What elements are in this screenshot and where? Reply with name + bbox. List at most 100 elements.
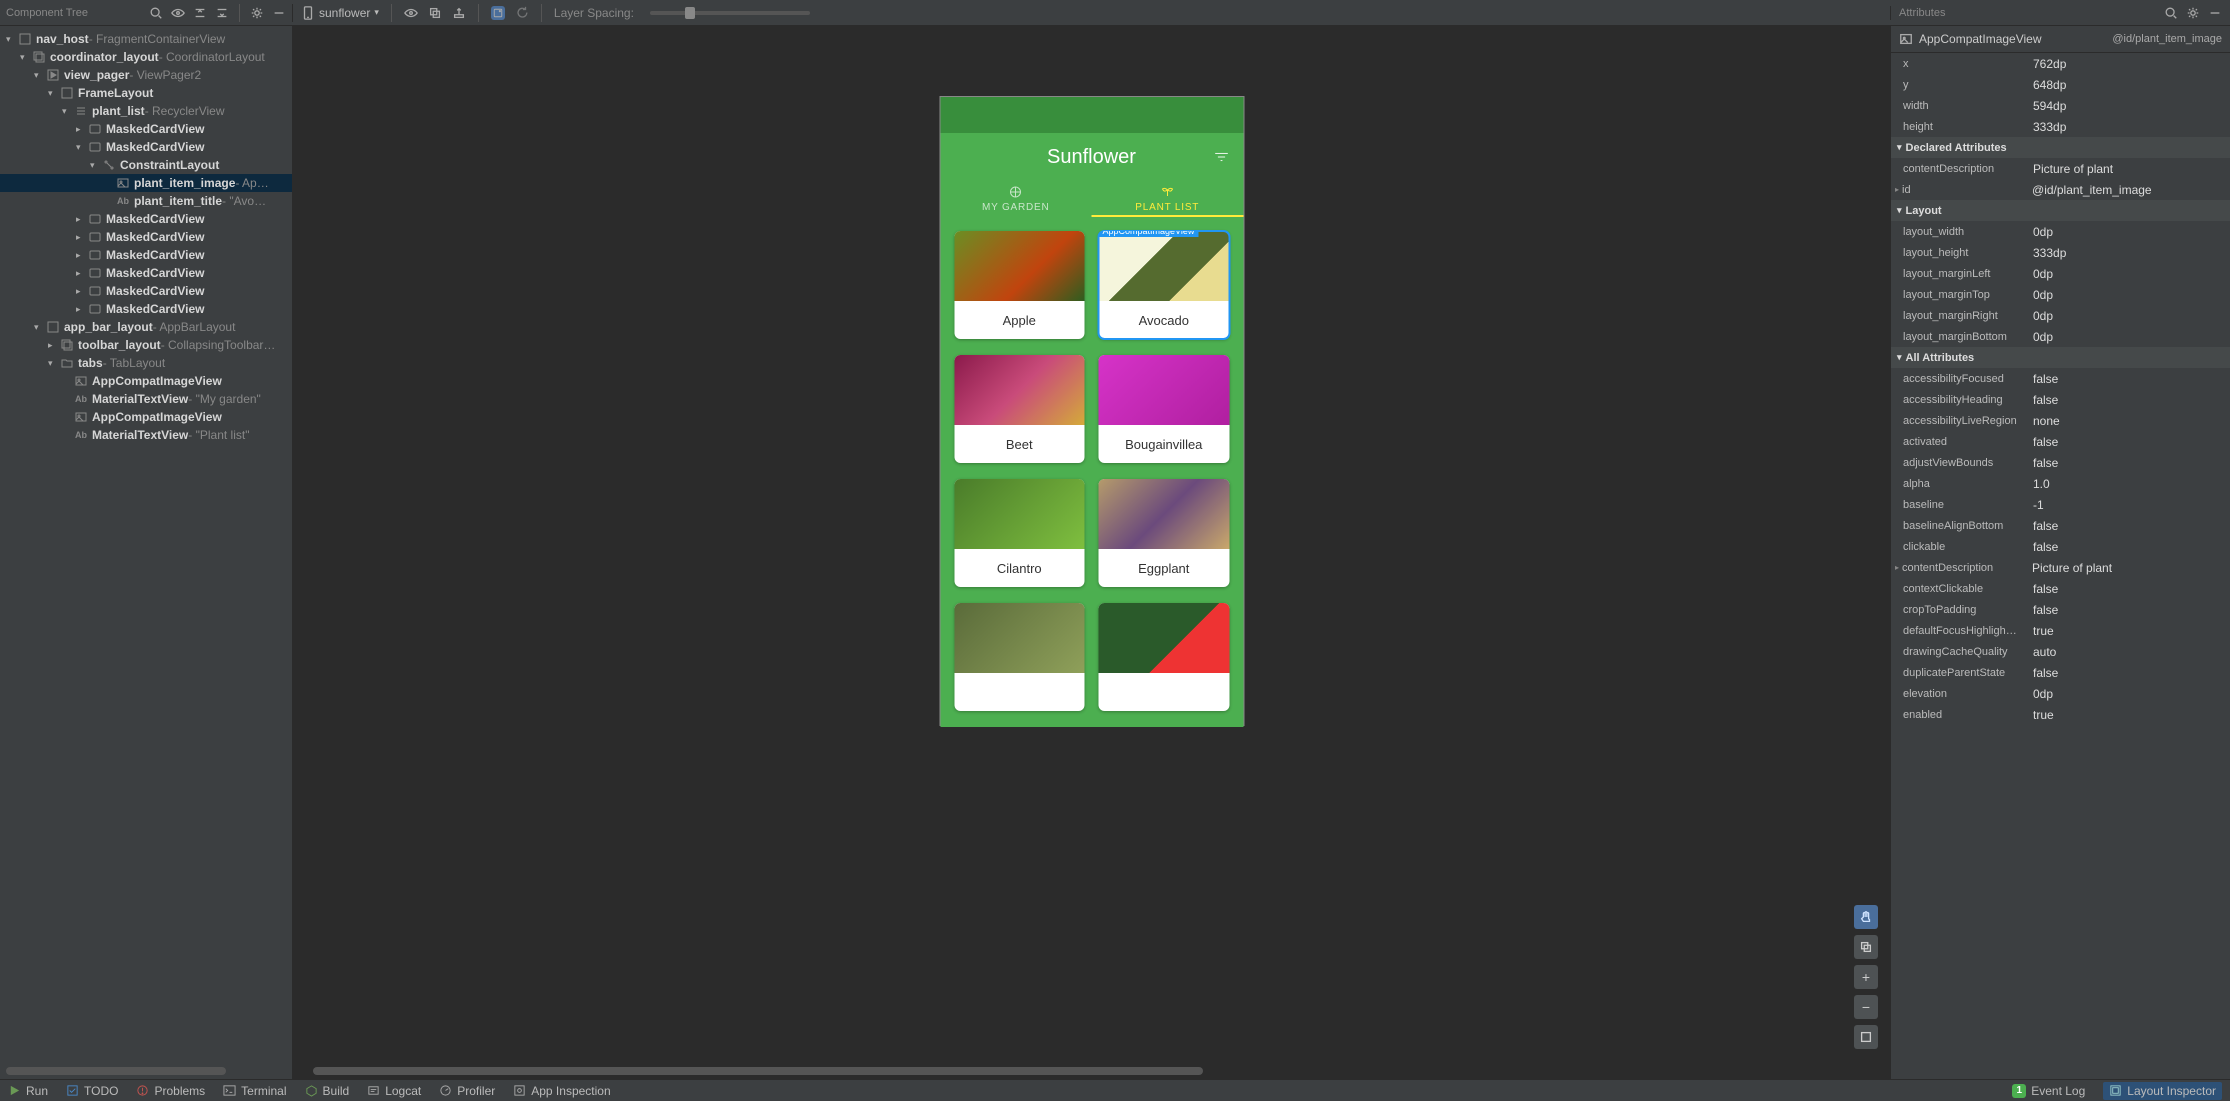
attr-row[interactable]: duplicateParentStatefalse [1891,662,2230,683]
todo-tool[interactable]: TODO [66,1084,118,1098]
attr-row[interactable]: y648dp [1891,74,2230,95]
terminal-tool[interactable]: Terminal [223,1084,286,1098]
tree-node[interactable]: AppCompatImageView [0,408,292,426]
tree-node[interactable]: ▾coordinator_layout - CoordinatorLayout [0,48,292,66]
attr-row[interactable]: accessibilityFocusedfalse [1891,368,2230,389]
attr-row[interactable]: adjustViewBoundsfalse [1891,452,2230,473]
section-layout[interactable]: ▾Layout [1891,200,2230,221]
attr-row[interactable]: contentDescriptionPicture of plant [1891,158,2230,179]
zoom-in-button[interactable]: + [1854,965,1878,989]
attr-row[interactable]: enabledtrue [1891,704,2230,725]
tree-node[interactable]: ▸MaskedCardView [0,264,292,282]
attributes-panel[interactable]: AppCompatImageView @id/plant_item_image … [1890,26,2230,1079]
layout-inspector[interactable]: Layout Inspector [2103,1082,2222,1100]
tree-node[interactable]: ▸MaskedCardView [0,246,292,264]
tree-node[interactable]: Abplant_item_title - "Avo… [0,192,292,210]
problems-tool[interactable]: Problems [136,1084,205,1098]
layer-spacing-slider[interactable] [650,11,810,15]
attr-row[interactable]: layout_marginTop0dp [1891,284,2230,305]
tree-node[interactable]: ▾FrameLayout [0,84,292,102]
attr-row[interactable]: ▸contentDescriptionPicture of plant [1891,557,2230,578]
plant-card-selected[interactable]: AppCompatImageViewAvocado [1099,231,1230,339]
attr-row[interactable]: layout_height333dp [1891,242,2230,263]
layers-button[interactable] [1854,935,1878,959]
tree-node[interactable]: ▾MaskedCardView [0,138,292,156]
tab-my-garden[interactable]: MY GARDEN [940,181,1092,217]
minimize-icon[interactable] [2208,6,2222,20]
attr-row[interactable]: elevation0dp [1891,683,2230,704]
attr-row[interactable]: contextClickablefalse [1891,578,2230,599]
app-inspection-tool[interactable]: App Inspection [513,1084,610,1098]
tree-node[interactable]: ▾tabs - TabLayout [0,354,292,372]
event-log[interactable]: 1Event Log [2012,1084,2085,1098]
component-tree[interactable]: ▾nav_host - FragmentContainerView▾coordi… [0,26,293,1079]
refresh-icon[interactable] [515,6,529,20]
run-tool[interactable]: Run [8,1084,48,1098]
plant-card[interactable] [954,603,1085,711]
tree-node[interactable]: ▾nav_host - FragmentContainerView [0,30,292,48]
pan-button[interactable] [1854,905,1878,929]
eye-icon[interactable] [171,6,185,20]
plant-card[interactable] [1099,603,1230,711]
attr-row[interactable]: clickablefalse [1891,536,2230,557]
tab-plant-list[interactable]: PLANT LIST [1092,181,1244,217]
attr-row[interactable]: width594dp [1891,95,2230,116]
attr-row[interactable]: cropToPaddingfalse [1891,599,2230,620]
scrollbar[interactable] [6,1067,226,1075]
live-updates-icon[interactable] [491,6,505,20]
search-icon[interactable] [2164,6,2178,20]
attr-row[interactable]: accessibilityHeadingfalse [1891,389,2230,410]
section-all[interactable]: ▾All Attributes [1891,347,2230,368]
overlay-icon[interactable] [428,6,442,20]
layout-canvas[interactable]: Sunflower MY GARDEN PLANT LIST Apple App… [293,26,1890,1079]
attr-row[interactable]: ▸id@id/plant_item_image [1891,179,2230,200]
attr-row[interactable]: drawingCacheQualityauto [1891,641,2230,662]
tree-node[interactable]: ▸MaskedCardView [0,120,292,138]
zoom-out-button[interactable]: − [1854,995,1878,1019]
plant-card[interactable]: Eggplant [1099,479,1230,587]
attr-row[interactable]: height333dp [1891,116,2230,137]
tree-node[interactable]: ▾app_bar_layout - AppBarLayout [0,318,292,336]
logcat-tool[interactable]: Logcat [367,1084,421,1098]
attr-row[interactable]: layout_marginBottom0dp [1891,326,2230,347]
device-selector[interactable]: sunflower ▾ [301,6,379,20]
expand-icon[interactable] [193,6,207,20]
search-icon[interactable] [149,6,163,20]
tree-node[interactable]: ▾view_pager - ViewPager2 [0,66,292,84]
plant-card[interactable]: Bougainvillea [1099,355,1230,463]
tree-node[interactable]: ▸MaskedCardView [0,210,292,228]
tree-node[interactable]: AppCompatImageView [0,372,292,390]
plant-card[interactable]: Beet [954,355,1085,463]
tree-node[interactable]: AbMaterialTextView - "Plant list" [0,426,292,444]
profiler-tool[interactable]: Profiler [439,1084,495,1098]
gear-icon[interactable] [250,6,264,20]
scrollbar[interactable] [313,1067,1203,1075]
plant-card[interactable]: Cilantro [954,479,1085,587]
attr-row[interactable]: activatedfalse [1891,431,2230,452]
gear-icon[interactable] [2186,6,2200,20]
tree-node[interactable]: ▾ConstraintLayout [0,156,292,174]
attr-row[interactable]: alpha1.0 [1891,473,2230,494]
tree-node[interactable]: ▸MaskedCardView [0,300,292,318]
attr-row[interactable]: layout_marginLeft0dp [1891,263,2230,284]
tree-node[interactable]: ▸MaskedCardView [0,228,292,246]
tree-node[interactable]: ▸toolbar_layout - CollapsingToolbar… [0,336,292,354]
attr-row[interactable]: layout_marginRight0dp [1891,305,2230,326]
tree-node[interactable]: plant_item_image - Ap… [0,174,292,192]
attr-row[interactable]: layout_width0dp [1891,221,2230,242]
tree-node[interactable]: ▸MaskedCardView [0,282,292,300]
eye-icon[interactable] [404,6,418,20]
attr-row[interactable]: baselineAlignBottomfalse [1891,515,2230,536]
attr-row[interactable]: x762dp [1891,53,2230,74]
zoom-fit-button[interactable] [1854,1025,1878,1049]
tree-node[interactable]: AbMaterialTextView - "My garden" [0,390,292,408]
plant-card[interactable]: Apple [954,231,1085,339]
minimize-icon[interactable] [272,6,286,20]
attr-row[interactable]: defaultFocusHighligh…true [1891,620,2230,641]
attr-row[interactable]: accessibilityLiveRegionnone [1891,410,2230,431]
build-tool[interactable]: Build [305,1084,350,1098]
collapse-icon[interactable] [215,6,229,20]
section-declared[interactable]: ▾Declared Attributes [1891,137,2230,158]
tree-node[interactable]: ▾plant_list - RecyclerView [0,102,292,120]
attr-row[interactable]: baseline-1 [1891,494,2230,515]
